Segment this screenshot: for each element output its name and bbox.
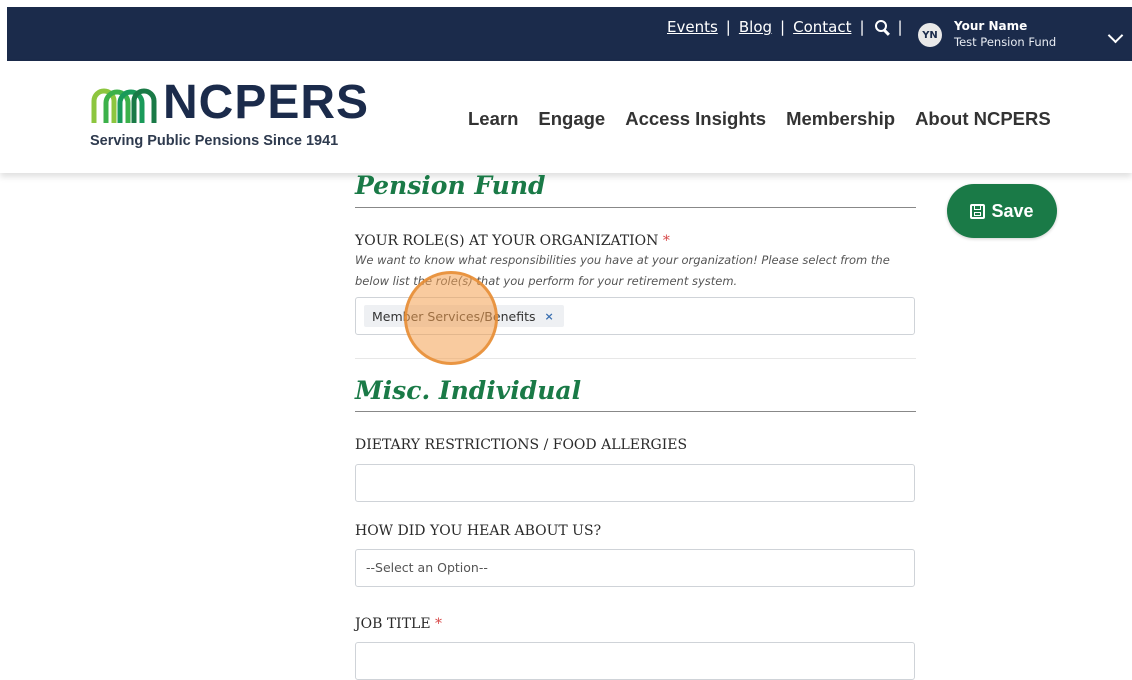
roles-label: YOUR ROLE(S) AT YOUR ORGANIZATION * [355,233,670,249]
separator: | [725,18,731,36]
hear-about-label: HOW DID YOU HEAR ABOUT US? [355,523,602,539]
required-marker: * [662,233,670,249]
nav-engage[interactable]: Engage [538,108,605,130]
separator: | [897,18,903,36]
click-indicator [404,271,498,365]
separator: | [780,18,786,36]
section-divider [355,207,916,208]
site-header: NCPERS Serving Public Pensions Since 194… [0,61,1132,173]
nav-learn[interactable]: Learn [468,108,518,130]
dietary-label: DIETARY RESTRICTIONS / FOOD ALLERGIES [355,437,688,453]
avatar[interactable]: YN [918,23,942,47]
top-utility-bar [7,7,1132,61]
hear-about-select[interactable]: --Select an Option-- [355,549,915,587]
save-label: Save [991,200,1034,221]
user-organization: Test Pension Fund [954,35,1057,49]
save-button[interactable]: Save [947,184,1057,238]
user-name[interactable]: Your Name [954,19,1027,33]
contact-link[interactable]: Contact [793,18,851,36]
nav-membership[interactable]: Membership [786,108,895,130]
nav-about-ncpers[interactable]: About NCPERS [915,108,1051,130]
logo-arches-icon [91,88,157,123]
logo-text: NCPERS [163,76,370,129]
utility-links: Events | Blog | Contact | | [667,17,911,37]
tagline: Serving Public Pensions Since 1941 [90,133,339,149]
search-icon[interactable] [874,19,890,35]
job-title-label-text: JOB TITLE [355,616,431,632]
remove-tag-icon[interactable]: × [544,310,553,323]
events-link[interactable]: Events [667,18,718,36]
section-title-pension-fund: Pension Fund [355,171,546,200]
required-marker: * [435,616,443,632]
floppy-disk-icon [970,203,986,219]
section-divider [355,411,916,412]
section-title-misc-individual: Misc. Individual [355,376,582,405]
nav-access-insights[interactable]: Access Insights [625,108,766,130]
separator: | [859,18,865,36]
blog-link[interactable]: Blog [739,18,772,36]
job-title-label: JOB TITLE * [355,616,442,632]
roles-label-text: YOUR ROLE(S) AT YOUR ORGANIZATION [355,233,659,249]
hear-about-selected: --Select an Option-- [366,560,488,575]
dietary-input[interactable] [355,464,915,502]
main-nav: Learn Engage Access Insights Membership … [468,108,1071,130]
